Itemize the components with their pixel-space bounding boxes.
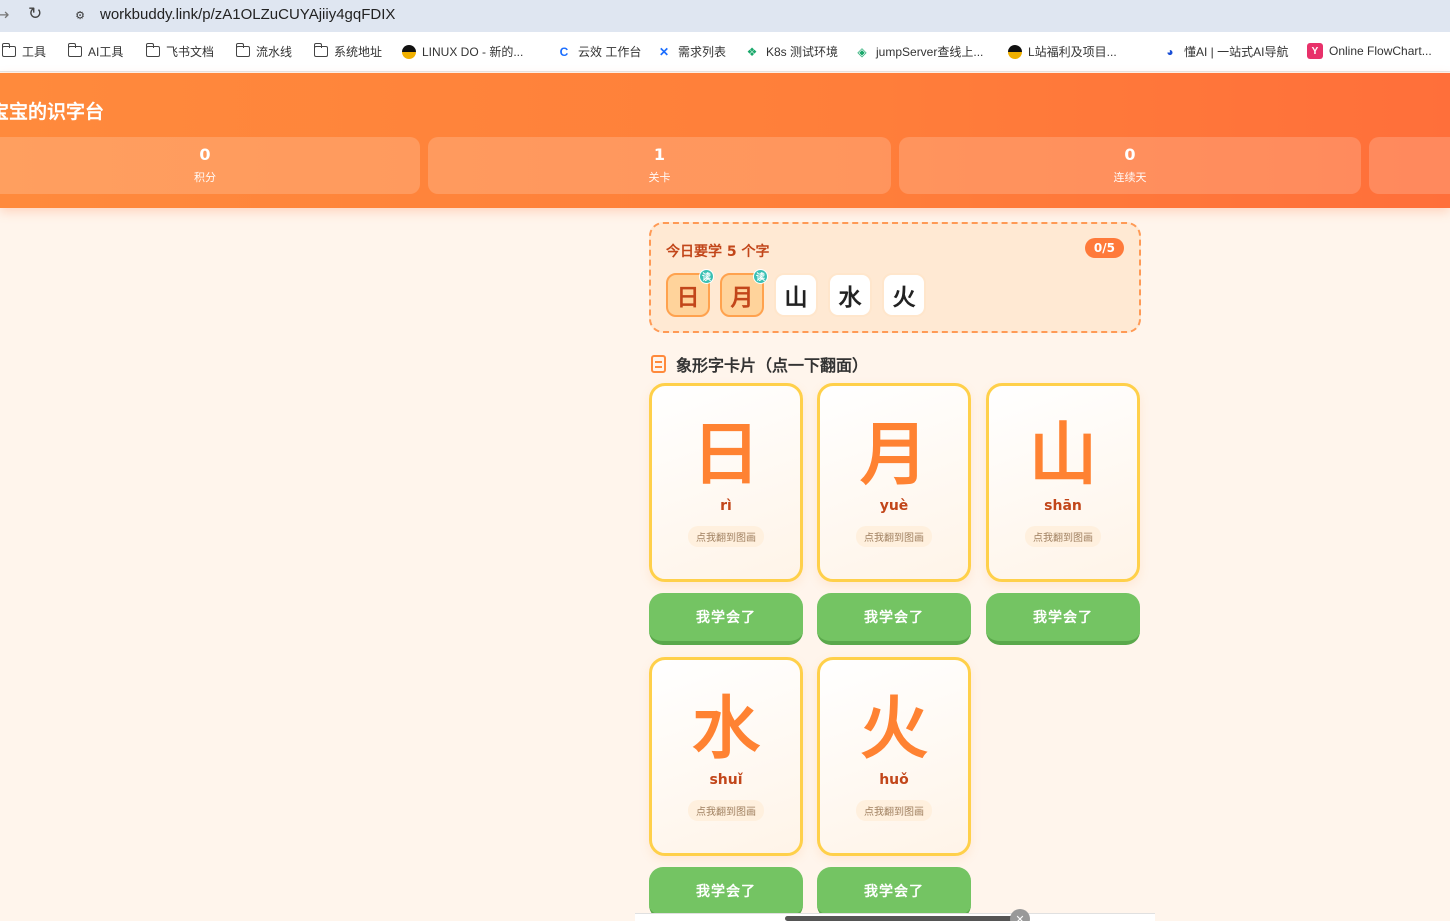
app-header: 宝宝的识字台 0 积分 1 关卡 0 连续天 xyxy=(0,73,1450,208)
progress-badge: 0/5 xyxy=(1084,238,1124,258)
card-char: 火 xyxy=(859,690,928,769)
learned-mark-icon: 读 xyxy=(699,269,714,284)
stat-label: 连续天 xyxy=(1113,171,1147,184)
section-title: 象形字卡片（点一下翻面） xyxy=(651,352,868,376)
card-pinyin: yuè xyxy=(879,498,909,514)
bookmark-jumpserver[interactable]: ◈ jumpServer查线上... xyxy=(854,43,983,60)
learned-button-yue[interactable]: 我学会了 xyxy=(817,593,971,645)
close-icon[interactable]: ✕ xyxy=(1010,909,1030,921)
char-card-shui[interactable]: 水 shuǐ 点我翻到图画 xyxy=(649,657,803,856)
bookmark-dongai[interactable]: ◕ 懂AI | 一站式AI导航 xyxy=(1162,43,1288,60)
stat-value: 0 xyxy=(199,145,211,164)
card-char: 日 xyxy=(691,416,760,495)
card-pinyin: huǒ xyxy=(879,772,909,788)
bookmark-lsite[interactable]: L站福利及项目... xyxy=(1008,43,1117,60)
learned-button-shan[interactable]: 我学会了 xyxy=(986,593,1140,645)
card-flip-hint: 点我翻到图画 xyxy=(688,800,764,821)
char-card-yue[interactable]: 月 yuè 点我翻到图画 xyxy=(817,383,971,582)
folder-icon xyxy=(67,43,82,57)
card-pinyin: rì xyxy=(720,498,732,514)
url-text[interactable]: workbuddy.link/p/zA1OLZuCUYAjiiy4gqFDIX xyxy=(100,6,395,23)
learned-button-huo[interactable]: 我学会了 xyxy=(817,867,971,919)
bookmark-yunxiao[interactable]: C 云效 工作台 xyxy=(556,43,642,60)
learned-button-shui[interactable]: 我学会了 xyxy=(649,867,803,919)
card-flip-hint: 点我翻到图画 xyxy=(1025,526,1101,547)
stat-value: 1 xyxy=(653,145,666,164)
folder-icon xyxy=(145,43,160,57)
learned-button-ri[interactable]: 我学会了 xyxy=(649,593,803,645)
char-card-shan[interactable]: 山 shān 点我翻到图画 xyxy=(986,383,1140,582)
k8s-icon: ❖ xyxy=(746,44,758,59)
today-title: 今日要学 5 个字 xyxy=(666,244,770,260)
stat-extra xyxy=(1369,137,1450,194)
app-title: 宝宝的识字台 xyxy=(0,101,105,123)
today-char-chip[interactable]: 月读 xyxy=(720,269,768,317)
document-icon xyxy=(651,355,666,373)
char-card-huo[interactable]: 火 huǒ 点我翻到图画 xyxy=(817,657,971,856)
card-flip-hint: 点我翻到图画 xyxy=(688,526,764,547)
stat-label: 积分 xyxy=(194,171,216,184)
yunxiao-icon: C xyxy=(559,44,569,59)
card-char: 水 xyxy=(691,690,760,769)
card-flip-hint: 点我翻到图画 xyxy=(856,800,932,821)
bookmark-linuxdo[interactable]: LINUX DO - 新的... xyxy=(402,43,523,60)
bookmark-flowchart[interactable]: Y Online FlowChart... xyxy=(1307,43,1432,59)
bookmark-pipeline[interactable]: 流水线 xyxy=(235,43,292,60)
stat-streak: 0 连续天 xyxy=(899,137,1361,194)
reload-icon[interactable]: ↻ xyxy=(28,4,42,24)
today-char-chip[interactable]: 火 xyxy=(882,273,926,317)
dongai-icon: ◕ xyxy=(1166,44,1174,59)
folder-icon xyxy=(1,43,16,57)
site-info-icon[interactable]: ⚙ xyxy=(68,4,92,26)
linuxdo-icon xyxy=(402,44,416,59)
stat-label: 关卡 xyxy=(648,171,671,184)
today-char-chip[interactable]: 日读 xyxy=(666,269,714,317)
today-char-chip[interactable]: 水 xyxy=(828,273,872,317)
card-flip-hint: 点我翻到图画 xyxy=(856,526,932,547)
jumpserver-icon: ◈ xyxy=(857,44,867,59)
stat-level: 1 关卡 xyxy=(428,137,891,194)
stat-points: 0 积分 xyxy=(0,137,420,194)
bottom-bar-handle[interactable] xyxy=(785,916,1015,921)
bookmark-ai-tools[interactable]: AI工具 xyxy=(67,43,123,60)
char-card-ri[interactable]: 日 rì 点我翻到图画 xyxy=(649,383,803,582)
card-char: 月 xyxy=(859,416,928,495)
bookmarks-bar: 工具 AI工具 飞书文档 流水线 系统地址 LINUX DO - 新的... C… xyxy=(0,32,1450,72)
lsite-icon xyxy=(1008,44,1022,59)
bookmark-tools[interactable]: 工具 xyxy=(1,43,46,60)
bookmark-k8s[interactable]: ❖ K8s 测试环境 xyxy=(744,43,838,60)
flowchart-icon: Y xyxy=(1307,43,1323,59)
bookmark-feishu-docs[interactable]: 飞书文档 xyxy=(145,43,214,60)
card-pinyin: shān xyxy=(1044,498,1082,514)
folder-icon xyxy=(235,43,250,57)
folder-icon xyxy=(313,43,328,57)
card-char: 山 xyxy=(1028,416,1097,495)
learned-mark-icon: 读 xyxy=(753,269,768,284)
browser-address-bar: → ↻ ⚙ workbuddy.link/p/zA1OLZuCUYAjiiy4g… xyxy=(0,0,1450,32)
bookmark-system-address[interactable]: 系统地址 xyxy=(313,43,382,60)
bookmark-requirements[interactable]: ✕ 需求列表 xyxy=(656,43,726,60)
today-panel: 今日要学 5 个字 0/5 日读 月读 山 水 火 xyxy=(649,222,1141,333)
forward-arrow-icon[interactable]: → xyxy=(0,5,9,24)
stat-value: 0 xyxy=(1124,145,1136,164)
today-char-chip[interactable]: 山 xyxy=(774,273,818,317)
x-icon: ✕ xyxy=(658,44,670,59)
card-pinyin: shuǐ xyxy=(709,772,743,788)
